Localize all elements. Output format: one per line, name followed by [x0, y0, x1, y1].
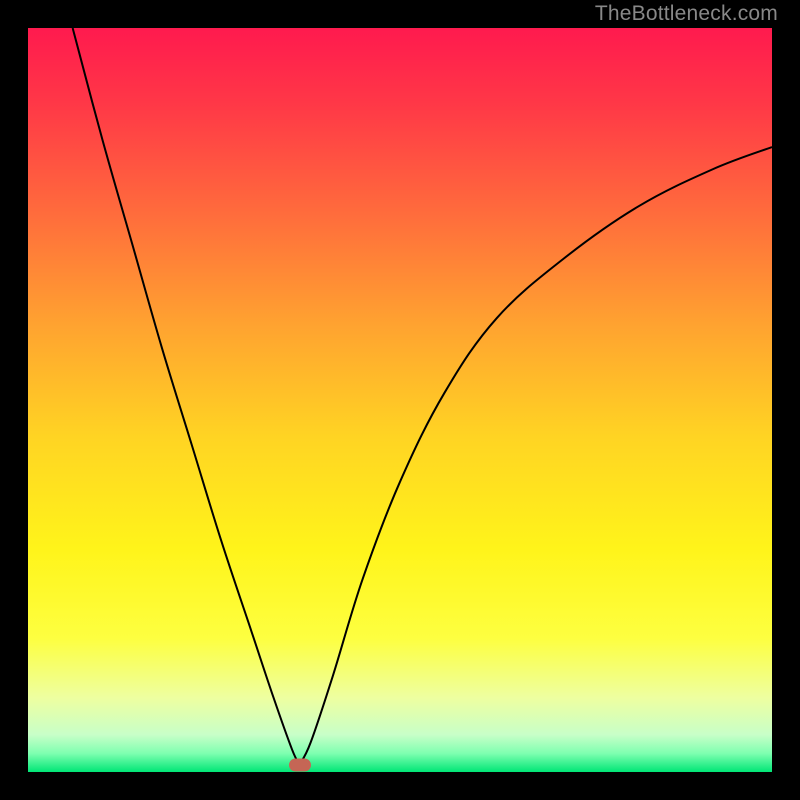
- plot-area: [28, 28, 772, 772]
- minimum-marker: [289, 758, 311, 771]
- bottleneck-curve: [28, 28, 772, 772]
- chart-frame: TheBottleneck.com: [0, 0, 800, 800]
- watermark-text: TheBottleneck.com: [595, 2, 778, 26]
